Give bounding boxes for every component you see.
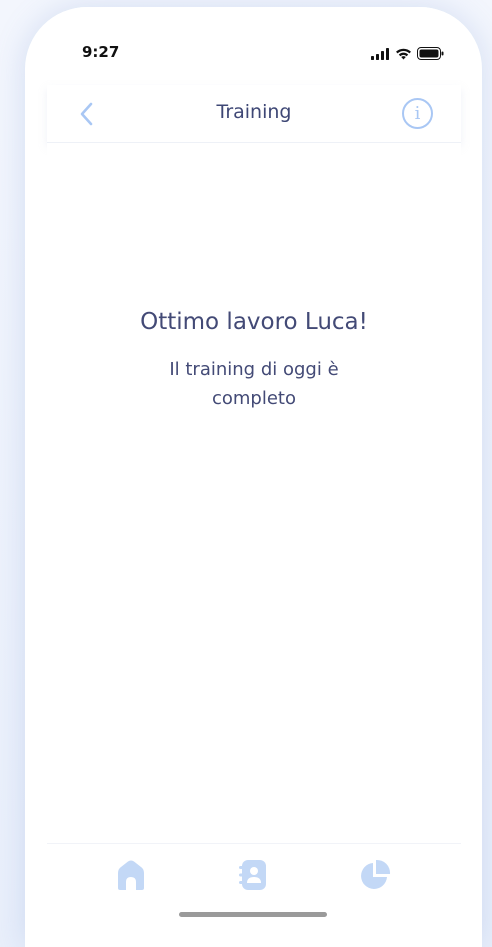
completion-title: Ottimo lavoro Luca! bbox=[140, 309, 368, 335]
tab-home[interactable] bbox=[114, 858, 148, 892]
phone-frame: 9:27 Training i Ottimo lavoro Luca! Il t… bbox=[25, 7, 482, 947]
contacts-book-icon bbox=[239, 860, 266, 890]
info-icon: i bbox=[414, 103, 421, 124]
pie-chart-icon bbox=[361, 859, 391, 889]
home-icon bbox=[118, 860, 144, 890]
wifi-icon bbox=[395, 45, 412, 64]
signal-icon bbox=[371, 45, 390, 64]
tab-bar bbox=[47, 843, 461, 927]
info-button[interactable]: i bbox=[402, 98, 433, 129]
nav-header: Training i bbox=[47, 85, 461, 143]
screen: 9:27 Training i Ottimo lavoro Luca! Il t… bbox=[47, 7, 461, 927]
content-area bbox=[47, 143, 461, 843]
tab-contacts[interactable] bbox=[236, 858, 270, 892]
battery-icon bbox=[417, 45, 444, 64]
page-title: Training bbox=[216, 101, 292, 123]
home-indicator[interactable] bbox=[179, 912, 327, 917]
completion-subtitle: Il training di oggi è completo bbox=[169, 359, 339, 409]
tab-stats[interactable] bbox=[358, 858, 392, 892]
status-time: 9:27 bbox=[82, 43, 120, 61]
status-icons bbox=[371, 45, 444, 64]
